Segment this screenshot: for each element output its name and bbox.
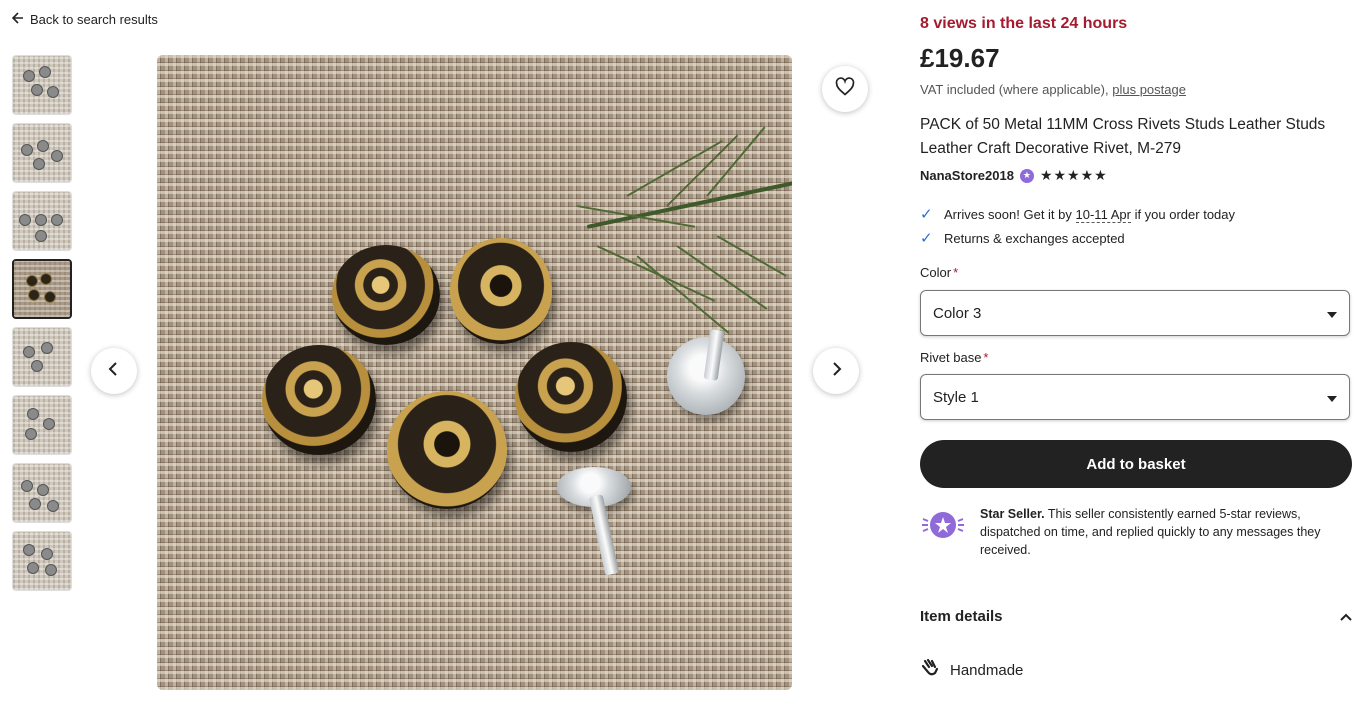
checkmark-icon: ✓ <box>920 206 933 223</box>
star-seller-badge-icon: ★ <box>1019 168 1034 183</box>
star-seller-icon <box>920 505 966 559</box>
rivet-base-select[interactable]: Style 1 <box>920 374 1350 420</box>
vat-text: VAT included (where applicable), <box>920 82 1109 97</box>
main-product-image[interactable] <box>157 55 792 690</box>
returns-text: Returns & exchanges accepted <box>944 230 1125 246</box>
item-details-toggle[interactable]: Item details <box>920 608 1352 625</box>
arrival-estimate: ✓ Arrives soon! Get it by 10-11 Apr if y… <box>920 205 1352 223</box>
back-to-search-link[interactable]: Back to search results <box>11 12 158 27</box>
caret-down-icon <box>1327 389 1337 406</box>
rivet-base-label: Rivet base * <box>920 350 989 365</box>
rivet-base-select-value: Style 1 <box>933 388 979 406</box>
thumbnail-6[interactable] <box>12 395 72 455</box>
thumbnail-1[interactable] <box>12 55 72 115</box>
star-seller-title: Star Seller. <box>980 507 1045 521</box>
color-select[interactable]: Color 3 <box>920 290 1350 336</box>
color-select-value: Color 3 <box>933 304 982 322</box>
views-count: 8 views in the last 24 hours <box>920 15 1128 32</box>
next-image-button[interactable] <box>813 348 859 394</box>
thumbnail-4[interactable] <box>12 259 72 319</box>
arrow-left-icon <box>11 12 24 27</box>
shop-name-link[interactable]: NanaStore2018 <box>920 168 1014 183</box>
add-to-basket-button[interactable]: Add to basket <box>920 440 1352 488</box>
favorite-button[interactable] <box>822 66 868 112</box>
shop-row: NanaStore2018 ★ ★★★★★ <box>920 167 1352 184</box>
chevron-right-icon <box>828 361 844 382</box>
vat-note: VAT included (where applicable), plus po… <box>920 82 1352 97</box>
arrival-date[interactable]: 10-11 Apr <box>1075 206 1131 223</box>
color-label: Color * <box>920 265 959 280</box>
chevron-up-icon <box>1340 608 1352 625</box>
thumbnail-list <box>12 55 72 599</box>
caret-down-icon <box>1327 305 1337 322</box>
thumbnail-8[interactable] <box>12 531 72 591</box>
handmade-detail: Handmade <box>920 658 1352 682</box>
required-mark: * <box>983 350 989 365</box>
chevron-left-icon <box>106 361 122 382</box>
thumbnail-7[interactable] <box>12 463 72 523</box>
previous-image-button[interactable] <box>91 348 137 394</box>
hand-icon <box>920 658 940 682</box>
rating-stars[interactable]: ★★★★★ <box>1040 167 1108 184</box>
plus-postage-link[interactable]: plus postage <box>1112 82 1186 97</box>
arrival-prefix: Arrives soon! Get it by <box>944 206 1072 222</box>
returns-policy: ✓ Returns & exchanges accepted <box>920 229 1352 247</box>
product-title: PACK of 50 Metal 11MM Cross Rivets Studs… <box>920 116 1326 157</box>
item-details-heading: Item details <box>920 608 1003 625</box>
arrival-suffix: if you order today <box>1134 206 1236 222</box>
heart-icon <box>835 76 855 102</box>
product-price: £19.67 <box>920 43 1000 73</box>
checkmark-icon: ✓ <box>920 230 933 247</box>
thumbnail-5[interactable] <box>12 327 72 387</box>
back-to-search-label: Back to search results <box>30 12 158 27</box>
required-mark: * <box>953 265 959 280</box>
thumbnail-3[interactable] <box>12 191 72 251</box>
star-seller-info: Star Seller. This seller consistently ea… <box>920 505 1352 559</box>
thumbnail-2[interactable] <box>12 123 72 183</box>
handmade-label: Handmade <box>950 661 1024 679</box>
